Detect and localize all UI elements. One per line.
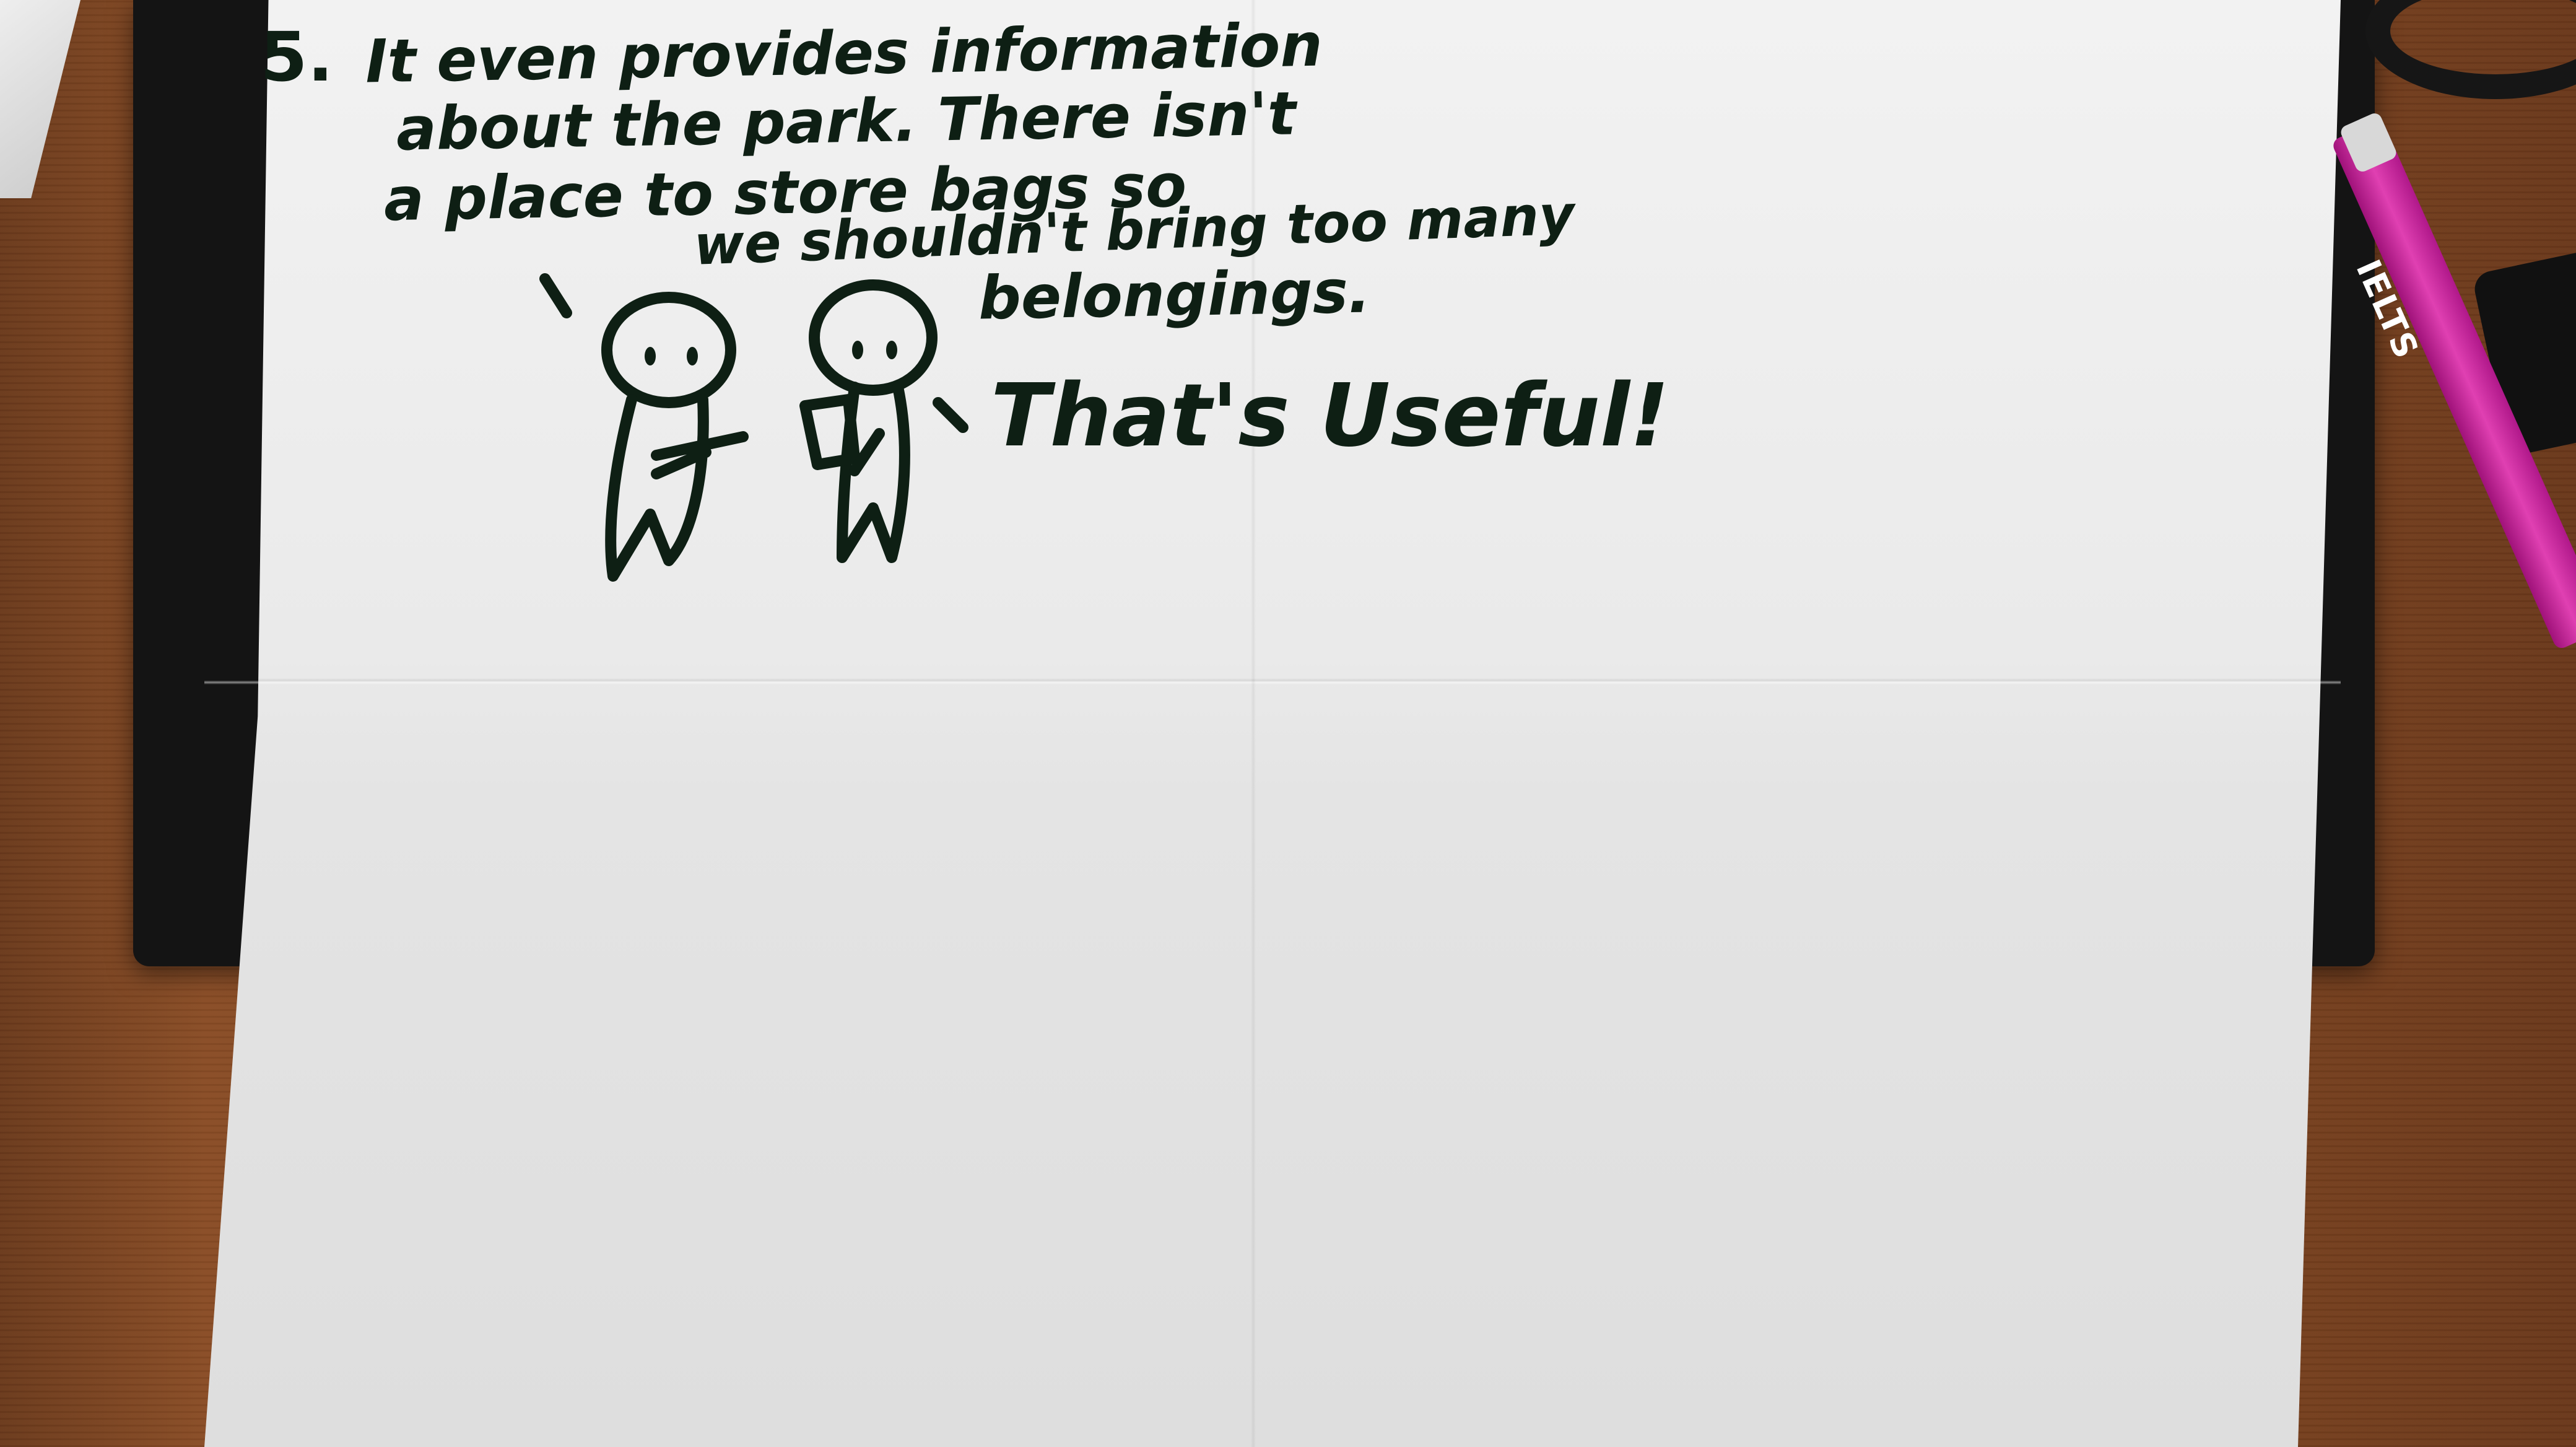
left-figure-eye-left bbox=[645, 347, 656, 365]
stick-figures-drawing bbox=[539, 273, 968, 582]
left-figure-body bbox=[605, 394, 709, 582]
right-figure-phone bbox=[799, 394, 860, 470]
speech-tick-left bbox=[539, 273, 572, 318]
right-figure-head bbox=[809, 279, 938, 396]
left-figure-eye-right bbox=[687, 347, 698, 365]
left-figure-head bbox=[601, 292, 736, 408]
right-figure-eye-right bbox=[886, 341, 897, 359]
right-figure-eye-left bbox=[852, 341, 863, 359]
speech-tick-right bbox=[933, 397, 968, 433]
